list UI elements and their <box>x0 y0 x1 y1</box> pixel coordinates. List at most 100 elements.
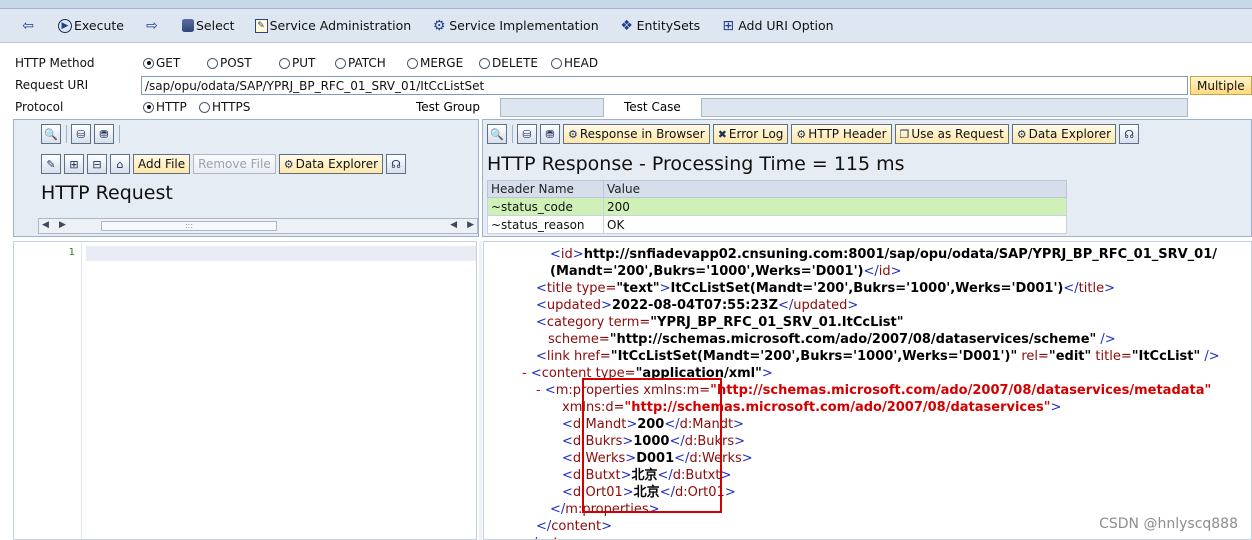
data-explorer-button[interactable]: ⚙ Data Explorer <box>278 154 384 174</box>
find-next-icon[interactable]: ⛃ <box>540 124 560 144</box>
http-header-icon: ⚙ <box>796 127 807 141</box>
use-as-request-label: Use as Request <box>911 127 1004 141</box>
scroll-left-icon[interactable]: ◀ <box>42 220 49 230</box>
table-row[interactable]: ~status_reason OK <box>487 215 1067 234</box>
radio-get-dot[interactable] <box>143 57 154 69</box>
radio-https-dot[interactable] <box>199 101 210 113</box>
data-explorer-button[interactable]: ⚙ Data Explorer <box>1011 124 1117 144</box>
radio-delete-label: DELETE <box>492 56 539 70</box>
request-body-editor[interactable]: 1 <box>13 241 477 540</box>
radio-post[interactable]: POST <box>207 56 252 70</box>
execute-label: Execute <box>74 18 124 33</box>
http-method-row: HTTP Method GET POST PUT PATCH MERGE DEL… <box>0 52 1252 74</box>
service-administration-button[interactable]: ✎ Service Administration <box>254 18 412 33</box>
radio-patch-dot[interactable] <box>335 57 346 69</box>
radio-head-label: HEAD <box>564 56 599 70</box>
select-button[interactable]: Select <box>182 18 235 33</box>
find-next-icon[interactable]: ⛃ <box>94 124 114 144</box>
xml-line-category: <category term="YPRJ_BP_RFC_01_SRV_01.It… <box>536 315 904 330</box>
find-icon[interactable]: 🔍 <box>41 124 61 144</box>
http-request-pane: 🔍 ⛁ ⛃ ✎ ⊞ ⊟ ⌂ Add File Remove File ⚙ Data… <box>13 119 479 237</box>
header-name-cell[interactable]: ~status_code <box>487 197 604 216</box>
scroll-right-icon[interactable]: ▶ <box>59 220 66 230</box>
use-as-request-button[interactable]: ❐ Use as Request <box>894 124 1009 144</box>
back-button[interactable]: ⇦ <box>20 18 38 34</box>
error-log-icon: ✖ <box>717 127 727 141</box>
error-log-button[interactable]: ✖ Error Log <box>712 124 789 144</box>
radio-merge-dot[interactable] <box>407 57 418 69</box>
column-header-value[interactable]: Value <box>603 180 1067 198</box>
select-arrow-icon: ⇨ <box>146 17 158 34</box>
radio-head[interactable]: HEAD <box>551 56 598 70</box>
request-horizontal-scrollbar[interactable]: ◀ ▶ ::: ◀ ▶ <box>38 218 478 234</box>
binoculars-icon[interactable]: ⛁ <box>517 124 537 144</box>
test-group-input[interactable] <box>500 98 604 117</box>
data-explorer-icon: ⚙ <box>283 157 294 171</box>
scroll-right-icon[interactable]: ▶ <box>467 220 474 230</box>
add-file-button[interactable]: Add File <box>133 154 191 174</box>
add-row-icon[interactable]: ⊞ <box>64 154 84 174</box>
tree-icon[interactable]: ⌂ <box>110 154 130 174</box>
header-value-cell[interactable]: OK <box>603 215 1067 234</box>
headphones-icon[interactable]: ☊ <box>386 154 407 174</box>
test-case-input[interactable] <box>701 98 1188 117</box>
line-number: 1 <box>68 247 75 258</box>
back-arrow-icon: ⇦ <box>22 17 34 34</box>
execute-icon: ▶ <box>58 18 72 33</box>
radio-http-dot[interactable] <box>143 101 154 113</box>
http-method-label: HTTP Method <box>15 56 95 70</box>
header-value-cell[interactable]: 200 <box>603 197 1067 216</box>
collapse-toggle[interactable]: - <box>522 366 531 381</box>
xml-line-scheme: scheme="http://schemas.microsoft.com/ado… <box>548 332 1116 347</box>
http-response-pane: 🔍 ⛁ ⛃ ⚙ Response in Browser ✖ Error Log ⚙ H… <box>482 119 1252 237</box>
radio-get[interactable]: GET <box>143 56 180 70</box>
header-name-cell[interactable]: ~status_reason <box>487 215 604 234</box>
scroll-left-icon[interactable]: ◀ <box>450 220 457 230</box>
request-uri-input[interactable]: /sap/opu/odata/SAP/YPRJ_BP_RFC_01_SRV_01… <box>141 76 1188 95</box>
entitysets-button[interactable]: ❖ EntitySets <box>619 18 700 34</box>
test-case-label: Test Case <box>624 100 681 114</box>
service-admin-icon: ✎ <box>254 18 268 33</box>
xml-line-entry-close: </entry> <box>522 535 583 539</box>
radio-post-dot[interactable] <box>207 57 218 69</box>
scroll-thumb[interactable]: ::: <box>101 221 277 231</box>
request-uri-row: Request URI /sap/opu/odata/SAP/YPRJ_BP_R… <box>0 74 1252 96</box>
radio-put[interactable]: PUT <box>279 56 315 70</box>
response-in-browser-button[interactable]: ⚙ Response in Browser <box>563 124 710 144</box>
collapse-toggle[interactable]: - <box>536 383 545 398</box>
find-icon[interactable]: 🔍 <box>487 124 507 144</box>
http-header-button[interactable]: ⚙ HTTP Header <box>791 124 892 144</box>
radio-https[interactable]: HTTPS <box>199 100 250 114</box>
request-toolbar-top: 🔍 ⛁ ⛃ <box>41 124 124 144</box>
current-line-highlight <box>86 246 476 261</box>
execute-button[interactable]: ▶ Execute <box>58 18 124 33</box>
separator <box>119 125 120 143</box>
service-administration-label: Service Administration <box>269 18 412 33</box>
service-implementation-button[interactable]: ⚙ Service Implementation <box>431 18 599 34</box>
xml-line-link: <link href="ItCcListSet(Mandt='200',Bukr… <box>536 349 1220 364</box>
data-explorer-icon: ⚙ <box>1016 127 1027 141</box>
highlight-annotation-box <box>582 378 722 513</box>
select-arrow-button[interactable]: ⇨ <box>144 18 162 34</box>
pane-splitter[interactable] <box>479 241 482 540</box>
multiple-button[interactable]: Multiple <box>1190 76 1252 95</box>
radio-delete-dot[interactable] <box>479 57 490 69</box>
table-row[interactable]: ~status_code 200 <box>487 197 1067 216</box>
radio-merge[interactable]: MERGE <box>407 56 463 70</box>
binoculars-icon[interactable]: ⛁ <box>71 124 91 144</box>
add-uri-option-button[interactable]: ⊞ Add URI Option <box>720 18 833 34</box>
http-response-title: HTTP Response - Processing Time = 115 ms <box>487 153 905 175</box>
request-form: HTTP Method GET POST PUT PATCH MERGE DEL… <box>0 52 1252 118</box>
radio-delete[interactable]: DELETE <box>479 56 538 70</box>
radio-head-dot[interactable] <box>551 57 562 69</box>
edit-pencil-icon[interactable]: ✎ <box>41 154 61 174</box>
http-header-label: HTTP Header <box>808 127 887 141</box>
headphones-icon[interactable]: ☊ <box>1119 124 1140 144</box>
radio-patch[interactable]: PATCH <box>335 56 386 70</box>
delete-row-icon[interactable]: ⊟ <box>87 154 107 174</box>
xml-response-viewer[interactable]: <id>http://snfiadevapp02.cnsuning.com:80… <box>483 241 1252 540</box>
radio-http[interactable]: HTTP <box>143 100 187 114</box>
column-header-name[interactable]: Header Name <box>487 180 604 198</box>
radio-put-dot[interactable] <box>279 57 290 69</box>
data-explorer-label: Data Explorer <box>295 157 379 171</box>
